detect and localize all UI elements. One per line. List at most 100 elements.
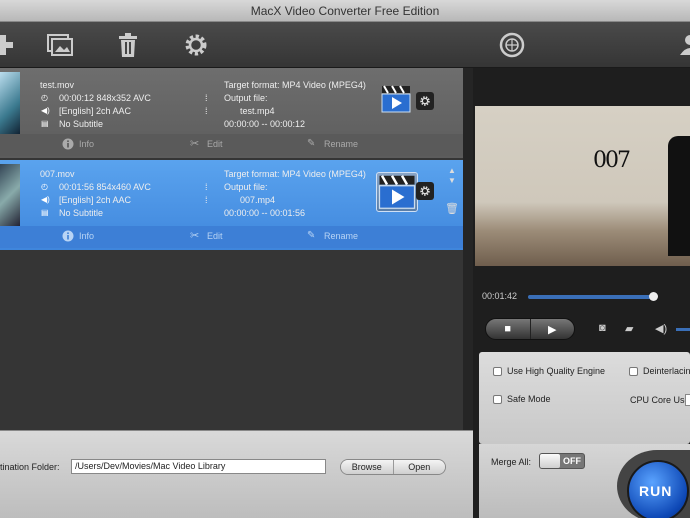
destination-path-field[interactable]: /Users/Dev/Movies/Mac Video Library xyxy=(71,459,326,474)
merge-label: Merge All: xyxy=(491,457,532,467)
format-icon[interactable] xyxy=(376,172,418,212)
format-settings-button[interactable] xyxy=(416,92,434,110)
file-audio: [English] 2ch AAC xyxy=(59,195,132,205)
rename-icon: ✎ xyxy=(307,138,316,149)
checkbox-box xyxy=(493,394,502,404)
merge-toggle[interactable]: OFF xyxy=(539,453,585,469)
edit-button[interactable]: ✂ Edit xyxy=(190,230,223,242)
clock-icon: ◴ xyxy=(41,182,48,191)
target-format: Target format: MP4 Video (MPEG4) xyxy=(224,80,366,90)
folder-icon[interactable]: ▰ xyxy=(625,322,633,335)
move-up-icon[interactable]: ▲ xyxy=(445,166,459,176)
rename-button[interactable]: ✎ Rename xyxy=(307,230,358,242)
file-name: test.mov xyxy=(40,80,75,90)
subtitle-icon: ▤ xyxy=(41,208,49,217)
globe-refresh-icon xyxy=(499,32,525,58)
item-actions: Info ✂ Edit ✎ Rename xyxy=(0,226,463,248)
toggle-state: OFF xyxy=(563,456,581,466)
stop-icon: ■ xyxy=(504,323,512,335)
trash-icon xyxy=(119,33,137,57)
file-duration-info: 00:01:56 854x460 AVC xyxy=(59,182,151,192)
info-icon xyxy=(62,230,74,242)
safe-mode-label: Safe Mode xyxy=(507,394,551,404)
photo-icon xyxy=(47,34,73,56)
edit-label: Edit xyxy=(207,139,223,149)
reorder-controls: ▲ ▼ 🗑 xyxy=(445,166,459,215)
divider-dots: ⁞ xyxy=(205,195,208,205)
volume-slider[interactable] xyxy=(676,328,690,331)
seek-knob[interactable] xyxy=(649,292,658,301)
divider-dots: ⁞ xyxy=(205,182,208,192)
item-actions: Info ✂ Edit ✎ Rename xyxy=(0,134,463,156)
options-panel: Use High Quality Engine Deinterlacin Saf… xyxy=(479,352,690,444)
user-icon xyxy=(680,35,690,55)
info-button[interactable]: Info xyxy=(62,230,94,242)
rename-label: Rename xyxy=(324,231,359,241)
gear-icon xyxy=(420,96,430,106)
checkbox-box xyxy=(493,366,502,376)
info-button[interactable]: Info xyxy=(62,138,94,150)
add-photo-button[interactable] xyxy=(44,30,76,60)
snapshot-icon[interactable]: ◙ xyxy=(599,322,606,334)
gear-icon xyxy=(185,34,207,56)
checkbox-box xyxy=(629,366,638,376)
clock-icon: ◴ xyxy=(41,93,48,102)
format-icon[interactable] xyxy=(380,84,412,114)
delete-button[interactable] xyxy=(112,30,144,60)
file-list: test.mov ◴ 00:00:12 848x352 AVC ◀) [Engl… xyxy=(0,68,463,430)
cpu-core-select[interactable] xyxy=(685,394,690,406)
destination-bar: tination Folder: /Users/Dev/Movies/Mac V… xyxy=(0,430,473,518)
run-button[interactable]: RUN xyxy=(627,460,689,518)
divider-dots: ⁞ xyxy=(205,106,208,116)
move-down-icon[interactable]: ▼ xyxy=(445,176,459,186)
deinterlace-checkbox[interactable]: Deinterlacin xyxy=(629,366,690,376)
high-quality-label: Use High Quality Engine xyxy=(507,366,606,376)
settings-button[interactable] xyxy=(180,30,212,60)
high-quality-checkbox[interactable]: Use High Quality Engine xyxy=(493,366,605,376)
video-overlay-text: 007 xyxy=(593,148,631,173)
gear-icon xyxy=(420,186,430,196)
seek-bar[interactable] xyxy=(528,295,656,299)
folder-buttons: Browse Open xyxy=(340,459,446,475)
edit-button[interactable]: ✂ Edit xyxy=(190,138,223,150)
safe-mode-checkbox[interactable]: Safe Mode xyxy=(493,394,551,404)
time-range: 00:00:00 -- 00:01:56 xyxy=(224,208,306,218)
video-thumbnail xyxy=(0,164,20,226)
subtitle-icon: ▤ xyxy=(41,119,49,128)
time-range: 00:00:00 -- 00:00:12 xyxy=(224,119,306,129)
file-name: 007.mov xyxy=(40,169,75,179)
preview-panel: 007 00:01:42 ■ ▶ ◙ ▰ ◀) Use High Quality… xyxy=(473,68,690,518)
cpu-core-label: CPU Core Use: xyxy=(630,395,690,405)
info-label: Info xyxy=(79,139,95,149)
divider-dots: ⁞ xyxy=(205,93,208,103)
volume-icon[interactable]: ◀) xyxy=(655,322,667,335)
run-button-bezel: RUN xyxy=(617,450,690,518)
playback-controls: ■ ▶ xyxy=(485,318,575,340)
stop-button[interactable]: ■ xyxy=(486,319,530,339)
scissors-icon: ✂ xyxy=(190,138,200,150)
toolbar xyxy=(0,22,690,68)
update-button[interactable] xyxy=(496,30,528,60)
toggle-switch xyxy=(540,454,560,468)
open-button[interactable]: Open xyxy=(392,460,445,474)
rename-button[interactable]: ✎ Rename xyxy=(307,138,358,150)
browse-button[interactable]: Browse xyxy=(341,460,393,474)
user-button[interactable] xyxy=(674,30,690,60)
file-subtitle: No Subtitle xyxy=(59,208,104,218)
scissors-icon: ✂ xyxy=(190,230,200,242)
title-bar: MacX Video Converter Free Edition xyxy=(0,0,690,22)
play-button[interactable]: ▶ xyxy=(529,319,575,339)
trash-icon[interactable]: 🗑 xyxy=(445,204,459,215)
add-video-button[interactable] xyxy=(0,30,20,60)
file-item-selected[interactable]: 007.mov ◴ 00:01:56 854x460 AVC ◀) [Engli… xyxy=(0,160,463,250)
destination-label: tination Folder: xyxy=(0,462,60,472)
plus-icon xyxy=(0,35,13,55)
info-icon xyxy=(62,138,74,150)
rename-icon: ✎ xyxy=(307,230,316,241)
file-item[interactable]: test.mov ◴ 00:00:12 848x352 AVC ◀) [Engl… xyxy=(0,68,463,158)
output-file[interactable]: 007.mp4 xyxy=(240,195,275,205)
format-settings-button[interactable] xyxy=(416,182,434,200)
info-label: Info xyxy=(79,231,95,241)
output-file[interactable]: test.mp4 xyxy=(240,106,275,116)
file-subtitle: No Subtitle xyxy=(59,119,104,129)
